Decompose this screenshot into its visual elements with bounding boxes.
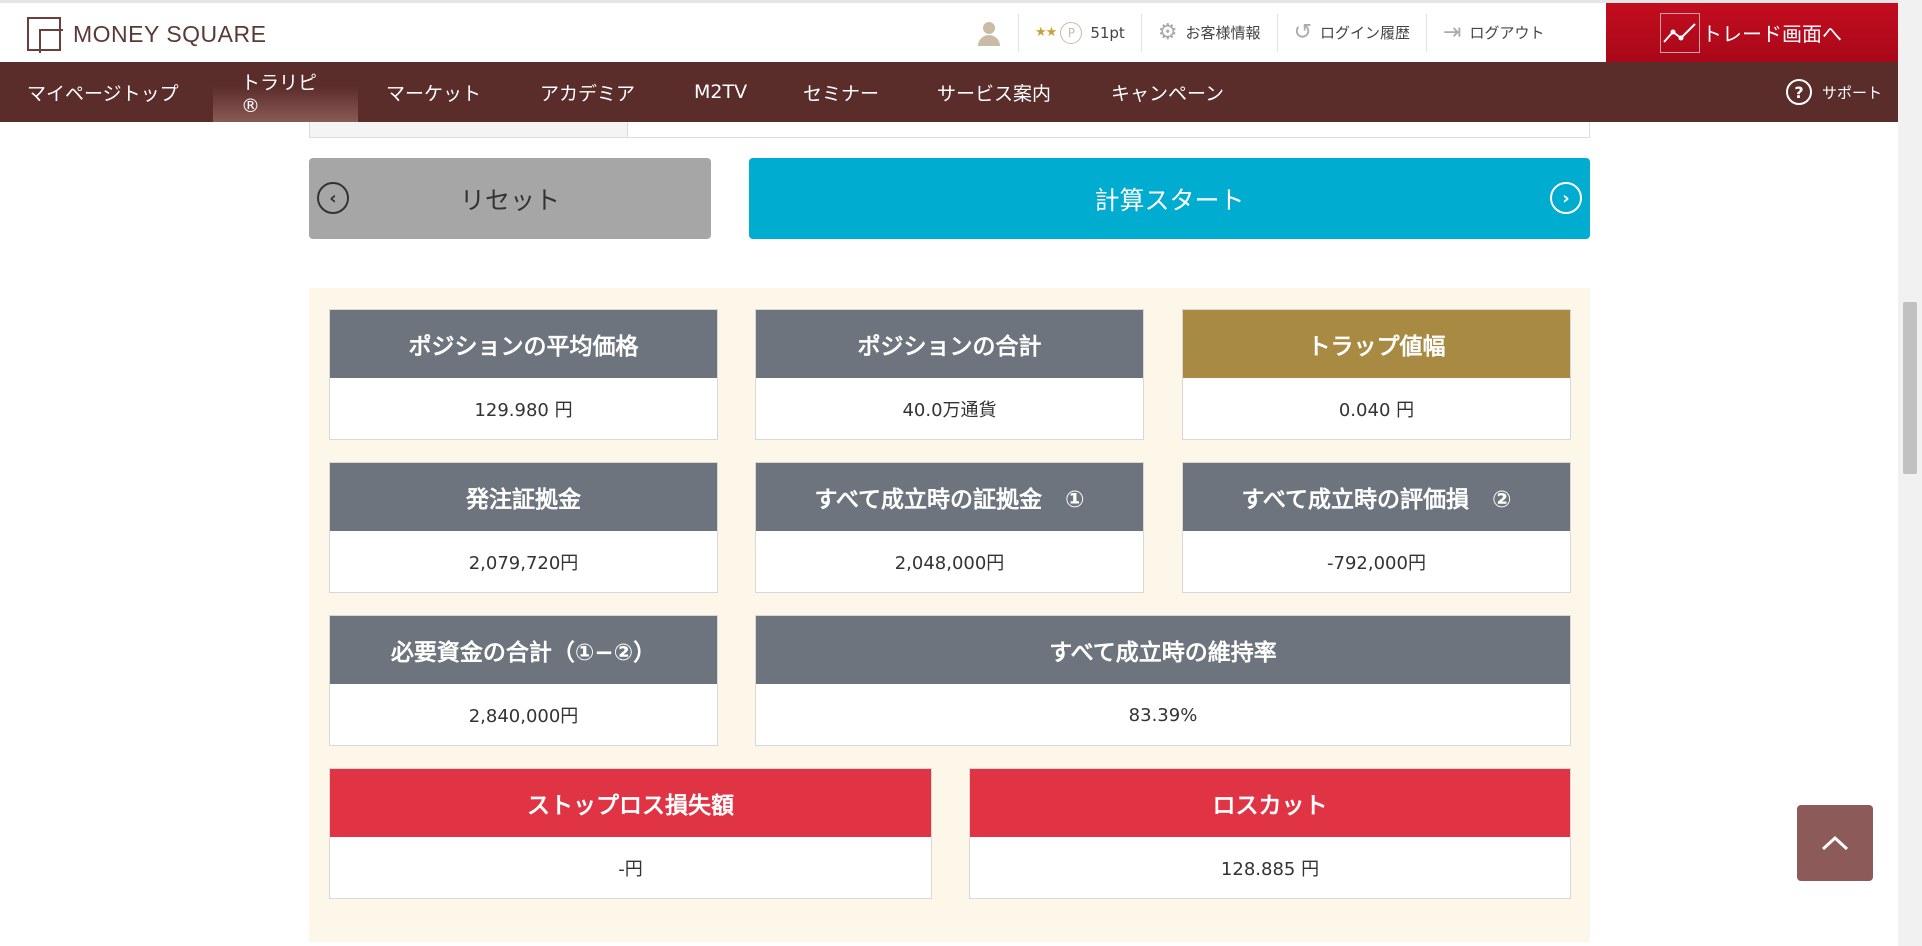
results-panel: ポジションの平均価格 129.980 円 ポジションの合計 40.0万通貨 トラ… (309, 288, 1590, 942)
rank-stars-icon: ★★ (1035, 25, 1057, 40)
customer-info-label: お客様情報 (1185, 24, 1261, 42)
logout-icon: ⇥ (1443, 19, 1462, 45)
login-history-label: ログイン履歴 (1320, 24, 1411, 42)
reset-button-label: リセット (459, 185, 560, 215)
result-value: 128.885 円 (1220, 859, 1320, 880)
result-required-total: 必要資金の合計（①−②） 2,840,000円 (329, 615, 718, 746)
nav-item-campaign[interactable]: キャンペーン (1111, 62, 1224, 122)
result-label: ポジションの合計 (756, 310, 1143, 378)
nav-item-market[interactable]: マーケット (386, 62, 481, 122)
logo-mark-icon (27, 17, 63, 53)
result-label: すべて成立時の維持率 (756, 616, 1570, 684)
result-trap-width: トラップ値幅 0.040 円 (1182, 309, 1571, 440)
result-label: ロスカット (970, 769, 1570, 837)
result-all-filled-unrealized-loss: すべて成立時の評価損 ② -792,000円 (1182, 462, 1571, 593)
result-label: すべて成立時の証拠金 ① (756, 463, 1143, 531)
customer-info-link[interactable]: ⚙ お客様情報 (1140, 13, 1277, 52)
result-label: ストップロス損失額 (330, 769, 931, 837)
result-value: -円 (618, 859, 643, 880)
result-value: 2,079,720円 (468, 553, 579, 574)
money-square-logo[interactable]: MONEY SQUARE (27, 17, 267, 53)
nav-item-trarepi[interactable]: トラリピ® (213, 62, 358, 122)
result-total-position: ポジションの合計 40.0万通貨 (755, 309, 1144, 440)
support-label: サポート (1821, 83, 1882, 102)
result-losscut: ロスカット 128.885 円 (969, 768, 1571, 899)
chevron-up-icon (1821, 835, 1849, 851)
result-value: 0.040 円 (1338, 400, 1415, 421)
result-label: すべて成立時の評価損 ② (1183, 463, 1570, 531)
nav-item-m2tv[interactable]: M2TV (694, 62, 747, 122)
user-avatar-link[interactable] (960, 14, 1018, 52)
scrollbar-thumb[interactable] (1903, 302, 1917, 474)
header-utility-links: ★★ P 51pt ⚙ お客様情報 ↺ ログイン履歴 ⇥ ログアウト (960, 3, 1560, 62)
nav-item-academia[interactable]: アカデミア (540, 62, 635, 122)
result-maintenance-rate: すべて成立時の維持率 83.39% (755, 615, 1571, 746)
nav-item-services[interactable]: サービス案内 (937, 62, 1051, 122)
chevron-right-icon: › (1550, 182, 1582, 214)
reset-button[interactable]: ‹ リセット (309, 158, 711, 239)
chart-line-icon (1660, 12, 1700, 53)
help-icon: ? (1785, 79, 1812, 105)
gear-icon: ⚙ (1157, 19, 1178, 45)
result-value: 129.980 円 (474, 400, 573, 421)
user-icon (976, 20, 1002, 46)
result-avg-price: ポジションの平均価格 129.980 円 (329, 309, 718, 440)
calculate-start-button[interactable]: 計算スタート › (749, 158, 1590, 239)
scroll-to-top-button[interactable] (1797, 805, 1873, 881)
top-header: MONEY SQUARE ★★ P 51pt ⚙ お客様情報 ↺ ログイン履歴 … (0, 0, 1898, 62)
points-icon: P (1060, 21, 1083, 44)
nav-item-mypage-top[interactable]: マイページトップ (27, 62, 179, 122)
nav-item-seminar[interactable]: セミナー (803, 62, 879, 122)
points-value: 51pt (1090, 23, 1125, 42)
chevron-left-icon: ‹ (317, 182, 349, 214)
points-link[interactable]: ★★ P 51pt (1018, 13, 1141, 52)
result-value: -792,000円 (1327, 553, 1426, 574)
result-value: 2,048,000円 (894, 553, 1005, 574)
result-stoploss-amount: ストップロス損失額 -円 (329, 768, 932, 899)
form-row-label-cell (310, 122, 628, 137)
main-nav: マイページトップ トラリピ® マーケット アカデミア M2TV セミナー サービ… (0, 62, 1898, 122)
result-value: 83.39% (1128, 704, 1198, 726)
trade-button-label: トレード画面へ (1702, 22, 1842, 46)
result-value: 2,840,000円 (468, 706, 579, 727)
result-all-filled-margin: すべて成立時の証拠金 ① 2,048,000円 (755, 462, 1144, 593)
logout-label: ログアウト (1469, 24, 1545, 42)
trade-screen-button[interactable]: トレード画面へ (1606, 3, 1898, 62)
login-history-link[interactable]: ↺ ログイン履歴 (1276, 13, 1426, 52)
result-label: トラップ値幅 (1183, 310, 1570, 378)
result-value: 40.0万通貨 (902, 400, 997, 421)
start-button-label: 計算スタート (1094, 185, 1245, 215)
result-label: ポジションの平均価格 (330, 310, 717, 378)
support-link[interactable]: ? サポート (1785, 62, 1882, 122)
result-order-margin: 発注証拠金 2,079,720円 (329, 462, 718, 593)
result-label: 発注証拠金 (330, 463, 717, 531)
result-label: 必要資金の合計（①−②） (330, 616, 717, 684)
logout-link[interactable]: ⇥ ログアウト (1426, 13, 1560, 52)
page-scrollbar[interactable] (1898, 0, 1922, 946)
history-icon: ↺ (1293, 19, 1312, 45)
form-row-partial (309, 122, 1590, 138)
logo-text: MONEY SQUARE (73, 20, 267, 47)
